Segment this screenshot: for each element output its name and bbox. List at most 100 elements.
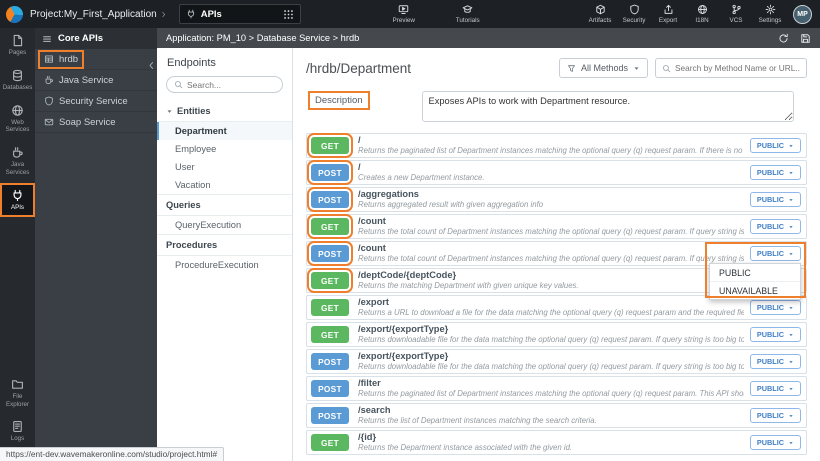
access-dropdown-button[interactable]: PUBLIC	[750, 354, 801, 369]
endpoint-item-employee[interactable]: Employee	[157, 140, 292, 158]
access-dropdown-button[interactable]: PUBLIC	[750, 327, 801, 342]
endpoint-row[interactable]: POST / Creates a new Department instance…	[306, 160, 807, 185]
access-dropdown-button[interactable]: PUBLIC	[750, 300, 801, 315]
access-dropdown-button[interactable]: PUBLIC	[750, 381, 801, 396]
access-dropdown-button[interactable]: PUBLIC	[750, 408, 801, 423]
menu-item-public[interactable]: PUBLIC	[710, 264, 800, 281]
section-header-procedures[interactable]: Procedures	[157, 234, 292, 256]
search-icon	[662, 64, 671, 73]
method-badge: GET	[311, 137, 349, 154]
method-search[interactable]	[655, 58, 807, 78]
method-badge: GET	[311, 434, 349, 451]
sidebar-item-apis[interactable]: APIs	[0, 183, 35, 218]
tutorials-icon	[462, 4, 473, 15]
topbar-settings[interactable]: Settings	[753, 4, 787, 24]
sidebar-item-pages[interactable]: Pages	[0, 28, 35, 63]
endpoint-description: Returns the total count of Department in…	[358, 254, 744, 263]
endpoint-row[interactable]: POST /search Returns the list of Departm…	[306, 403, 807, 428]
topbar-vcs[interactable]: VCS	[719, 4, 753, 24]
section-entities: Entities Department Employee User Vac	[157, 101, 292, 194]
service-item-box: Soap Service	[40, 115, 120, 130]
method-search-input[interactable]	[675, 63, 800, 73]
preview-button[interactable]: Preview	[387, 4, 421, 24]
method-badge: POST	[311, 380, 349, 397]
access-dropdown-button[interactable]: PUBLIC	[750, 219, 801, 234]
table-icon	[44, 54, 54, 64]
sidebar-item-java-services[interactable]: Java Services	[0, 140, 35, 183]
endpoint-row[interactable]: POST /aggregations Returns aggregated re…	[306, 187, 807, 212]
topbar-actions: Artifacts Security Export I18N	[583, 4, 787, 24]
preview-icon	[398, 4, 409, 15]
endpoint-description: Returns the total count of Department in…	[358, 227, 744, 236]
endpoint-row[interactable]: GET /count Returns the total count of De…	[306, 214, 807, 239]
service-item-java-service[interactable]: Java Service	[35, 70, 157, 91]
topbar-security[interactable]: Security	[617, 4, 651, 24]
topbar-artifacts[interactable]: Artifacts	[583, 4, 617, 24]
sidebar-item-file-explorer[interactable]: File Explorer	[0, 372, 35, 415]
methods-filter-dropdown[interactable]: All Methods	[559, 58, 648, 78]
service-item-hrdb[interactable]: hrdb	[35, 49, 157, 70]
export-icon	[663, 4, 674, 15]
service-item-security-service[interactable]: Security Service	[35, 91, 157, 112]
sidebar-item-web-services[interactable]: Web Services	[0, 98, 35, 141]
endpoint-item-user[interactable]: User	[157, 158, 292, 176]
tutorials-button[interactable]: Tutorials	[451, 4, 485, 24]
plug-icon	[186, 9, 196, 19]
api-detail: /hrdb/Department All Methods	[293, 48, 820, 461]
plug-icon	[11, 189, 24, 202]
caret-down-icon	[788, 197, 794, 203]
project-switcher[interactable]: Project:My_First_Application	[30, 9, 167, 20]
endpoint-item-department[interactable]: Department	[157, 122, 292, 140]
caret-down-icon	[633, 65, 640, 72]
apis-tab[interactable]: APIs	[179, 4, 301, 24]
access-dropdown-button[interactable]: PUBLIC	[750, 192, 801, 207]
method-badge: GET	[311, 326, 349, 343]
access-dropdown-button[interactable]: PUBLIC	[750, 138, 801, 153]
sidebar-item-databases[interactable]: Databases	[0, 63, 35, 98]
avatar[interactable]: MP	[793, 5, 812, 24]
project-label: Project:My_First_Application	[30, 9, 157, 20]
endpoint-path: /search	[358, 405, 744, 416]
endpoint-row[interactable]: POST /count Returns the total count of D…	[306, 241, 807, 266]
endpoint-path: /export/{exportType}	[358, 324, 744, 335]
caret-down-icon	[788, 143, 794, 149]
menu-item-unavailable[interactable]: UNAVAILABLE	[710, 281, 800, 299]
sidebar-item-logs[interactable]: Logs	[0, 414, 35, 449]
menu-icon[interactable]	[42, 34, 52, 44]
endpoint-description: Returns the list of Department instances…	[358, 416, 744, 425]
endpoint-item-queryexecution[interactable]: QueryExecution	[157, 216, 292, 234]
breadcrumb: Application: PM_10 > Database Service > …	[166, 33, 359, 43]
endpoint-row[interactable]: GET /export/{exportType} Returns downloa…	[306, 322, 807, 347]
workspace: Application: PM_10 > Database Service > …	[157, 28, 820, 461]
methods-filter-label: All Methods	[581, 63, 628, 73]
save-button[interactable]	[800, 33, 811, 44]
endpoint-row[interactable]: POST /filter Returns the paginated list …	[306, 376, 807, 401]
endpoint-row[interactable]: GET /{id} Returns the Department instanc…	[306, 430, 807, 455]
left-sidebar: Pages Databases Web Services Jav	[0, 28, 35, 461]
description-textarea[interactable]: Exposes APIs to work with Department res…	[422, 91, 794, 122]
endpoint-row[interactable]: GET / Returns the paginated list of Depa…	[306, 133, 807, 158]
caret-down-icon	[788, 251, 794, 257]
refresh-button[interactable]	[778, 33, 789, 44]
database-icon	[11, 69, 24, 82]
endpoint-item-procedureexecution[interactable]: ProcedureExecution	[157, 256, 292, 274]
endpoint-row[interactable]: POST /export/{exportType} Returns downlo…	[306, 349, 807, 374]
service-item-soap-service[interactable]: Soap Service	[35, 112, 157, 133]
section-header-queries[interactable]: Queries	[157, 194, 292, 216]
access-dropdown-button[interactable]: PUBLIC	[750, 435, 801, 450]
app-window: Project:My_First_Application APIs Previe…	[0, 0, 820, 461]
access-dropdown-button[interactable]: PUBLIC	[750, 246, 801, 261]
topbar-export[interactable]: Export	[651, 4, 685, 24]
method-badge: GET	[311, 218, 349, 235]
service-item-box: Security Service	[40, 94, 132, 109]
topbar-i18n[interactable]: I18N	[685, 4, 719, 24]
logs-icon	[11, 420, 24, 433]
endpoints-search[interactable]	[166, 76, 283, 93]
section-header-entities[interactable]: Entities	[157, 101, 292, 122]
endpoints-search-input[interactable]	[187, 80, 275, 90]
access-dropdown-button[interactable]: PUBLIC	[750, 165, 801, 180]
apps-grid-icon[interactable]	[283, 9, 294, 20]
endpoint-path: /count	[358, 243, 744, 254]
collapse-panel-button[interactable]	[147, 60, 156, 71]
endpoint-item-vacation[interactable]: Vacation	[157, 176, 292, 194]
